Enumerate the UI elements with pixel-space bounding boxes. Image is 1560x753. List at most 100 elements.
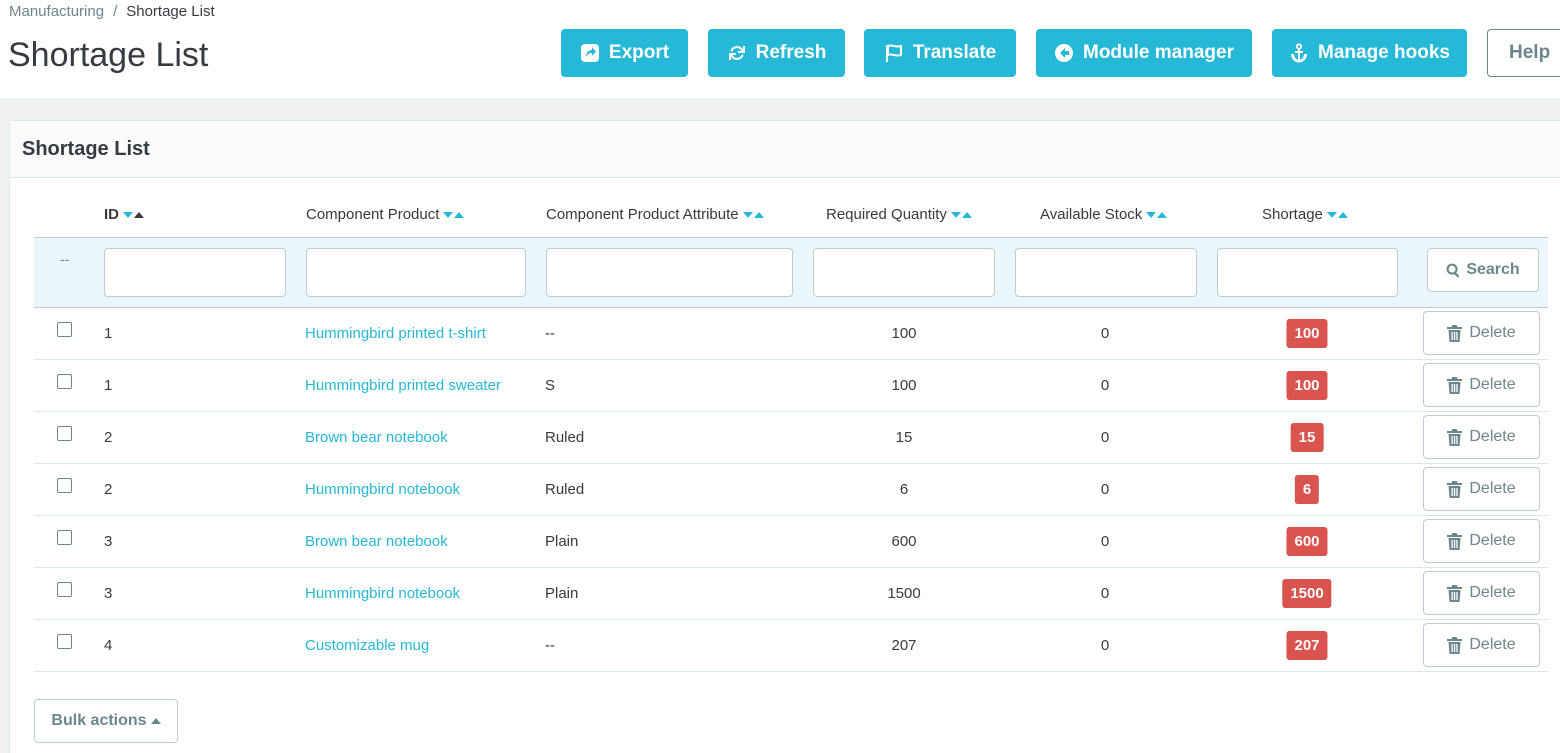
cell-available-stock: 0 (1100, 325, 1110, 342)
bulk-actions-button[interactable]: Bulk actions (34, 699, 178, 743)
row-checkbox[interactable] (57, 426, 72, 441)
cell-available-stock: 0 (1100, 585, 1110, 602)
sort-desc-icon[interactable] (1146, 211, 1157, 218)
cell-attribute: Ruled (545, 429, 585, 446)
row-checkbox[interactable] (57, 478, 72, 493)
cell-required-quantity: 207 (891, 637, 917, 654)
table-row: 3 Hummingbird notebook Plain 1500 0 1500… (34, 568, 1548, 620)
cell-product-link[interactable]: Hummingbird printed t-shirt (305, 325, 486, 342)
sort-controls (123, 211, 144, 218)
column-header-required-quantity: Required Quantity (826, 206, 972, 223)
delete-button[interactable]: Delete (1423, 415, 1540, 459)
shortage-badge: 207 (1286, 631, 1328, 660)
column-header-shortage: Shortage (1262, 206, 1348, 223)
help-button[interactable]: Help (1487, 29, 1560, 77)
sort-desc-icon[interactable] (123, 211, 133, 218)
shortage-badge: 6 (1294, 475, 1320, 504)
cell-attribute: Plain (545, 585, 579, 602)
cell-product-link[interactable]: Brown bear notebook (305, 533, 448, 550)
cell-required-quantity: 600 (891, 533, 917, 550)
cell-id: 1 (104, 377, 113, 394)
sort-controls (443, 211, 465, 218)
sort-asc-icon[interactable] (454, 211, 465, 218)
filter-attribute-input[interactable] (546, 248, 793, 297)
sort-desc-icon[interactable] (1326, 211, 1337, 218)
delete-button[interactable]: Delete (1423, 519, 1540, 563)
sort-desc-icon[interactable] (443, 211, 454, 218)
cell-id: 4 (104, 637, 113, 654)
caret-up-icon (150, 718, 161, 724)
cell-attribute: -- (545, 637, 555, 654)
row-checkbox[interactable] (57, 634, 72, 649)
delete-button[interactable]: Delete (1423, 467, 1540, 511)
filter-shortage-input[interactable] (1217, 248, 1398, 297)
breadcrumb-current: Shortage List (126, 3, 215, 20)
refresh-button[interactable]: Refresh (708, 29, 845, 77)
cell-product-link[interactable]: Brown bear notebook (305, 429, 448, 446)
flag-icon (885, 44, 902, 62)
search-button[interactable]: Search (1427, 248, 1539, 292)
filter-id-input[interactable] (104, 248, 286, 297)
row-checkbox[interactable] (57, 322, 72, 337)
sort-controls (950, 211, 972, 218)
trash-icon (1447, 480, 1463, 498)
cell-required-quantity: 6 (899, 481, 909, 498)
anchor-icon (1291, 43, 1307, 63)
shortage-badge: 600 (1286, 527, 1328, 556)
delete-button[interactable]: Delete (1423, 571, 1540, 615)
module-manager-label: Module manager (1083, 42, 1234, 63)
trash-icon (1447, 636, 1463, 654)
breadcrumb: Manufacturing / Shortage List (9, 3, 215, 20)
sort-desc-icon[interactable] (950, 211, 961, 218)
translate-button[interactable]: Translate (864, 29, 1016, 77)
cell-attribute: Plain (545, 533, 579, 550)
row-checkbox[interactable] (57, 374, 72, 389)
help-label: Help (1509, 42, 1551, 63)
sort-desc-icon[interactable] (742, 211, 753, 218)
cell-required-quantity: 15 (895, 429, 913, 446)
filter-component-product-input[interactable] (306, 248, 526, 297)
breadcrumb-parent[interactable]: Manufacturing (9, 3, 104, 20)
sort-asc-icon[interactable] (753, 211, 764, 218)
export-button[interactable]: Export (561, 29, 688, 77)
manage-hooks-label: Manage hooks (1318, 42, 1450, 63)
cell-required-quantity: 1500 (887, 585, 921, 602)
trash-icon (1447, 376, 1463, 394)
row-checkbox[interactable] (57, 530, 72, 545)
delete-button[interactable]: Delete (1423, 363, 1540, 407)
delete-label: Delete (1469, 480, 1516, 497)
sort-asc-icon[interactable] (1157, 211, 1168, 218)
arrow-circle-left-icon (1055, 44, 1073, 62)
row-checkbox[interactable] (57, 582, 72, 597)
sort-asc-icon[interactable] (961, 211, 972, 218)
cell-attribute: S (545, 377, 556, 394)
filter-available-stock-input[interactable] (1015, 248, 1197, 297)
breadcrumb-separator: / (113, 3, 118, 20)
module-manager-button[interactable]: Module manager (1036, 29, 1252, 77)
cell-product-link[interactable]: Hummingbird notebook (305, 481, 460, 498)
cell-product-link[interactable]: Hummingbird notebook (305, 585, 460, 602)
filter-required-quantity-input[interactable] (813, 248, 995, 297)
trash-icon (1447, 324, 1463, 342)
column-header-component-product: Component Product (306, 206, 465, 223)
search-label: Search (1466, 261, 1520, 278)
delete-button[interactable]: Delete (1423, 623, 1540, 667)
cell-required-quantity: 100 (891, 325, 917, 342)
cell-product-link[interactable]: Customizable mug (305, 637, 429, 654)
sort-asc-icon[interactable] (1337, 211, 1348, 218)
cell-product-link[interactable]: Hummingbird printed sweater (305, 377, 501, 394)
column-header-available-stock: Available Stock (1040, 206, 1168, 223)
shortage-badge: 1500 (1282, 579, 1332, 608)
sort-asc-icon[interactable] (134, 211, 144, 218)
refresh-icon (728, 46, 745, 60)
manage-hooks-button[interactable]: Manage hooks (1272, 29, 1467, 77)
delete-label: Delete (1469, 532, 1516, 549)
sort-controls (1326, 211, 1348, 218)
cell-available-stock: 0 (1100, 429, 1110, 446)
cell-available-stock: 0 (1100, 533, 1110, 550)
cell-id: 2 (104, 481, 113, 498)
shortage-badge: 100 (1286, 371, 1328, 400)
delete-label: Delete (1469, 376, 1516, 393)
cell-attribute: -- (545, 325, 555, 342)
delete-button[interactable]: Delete (1423, 311, 1540, 355)
